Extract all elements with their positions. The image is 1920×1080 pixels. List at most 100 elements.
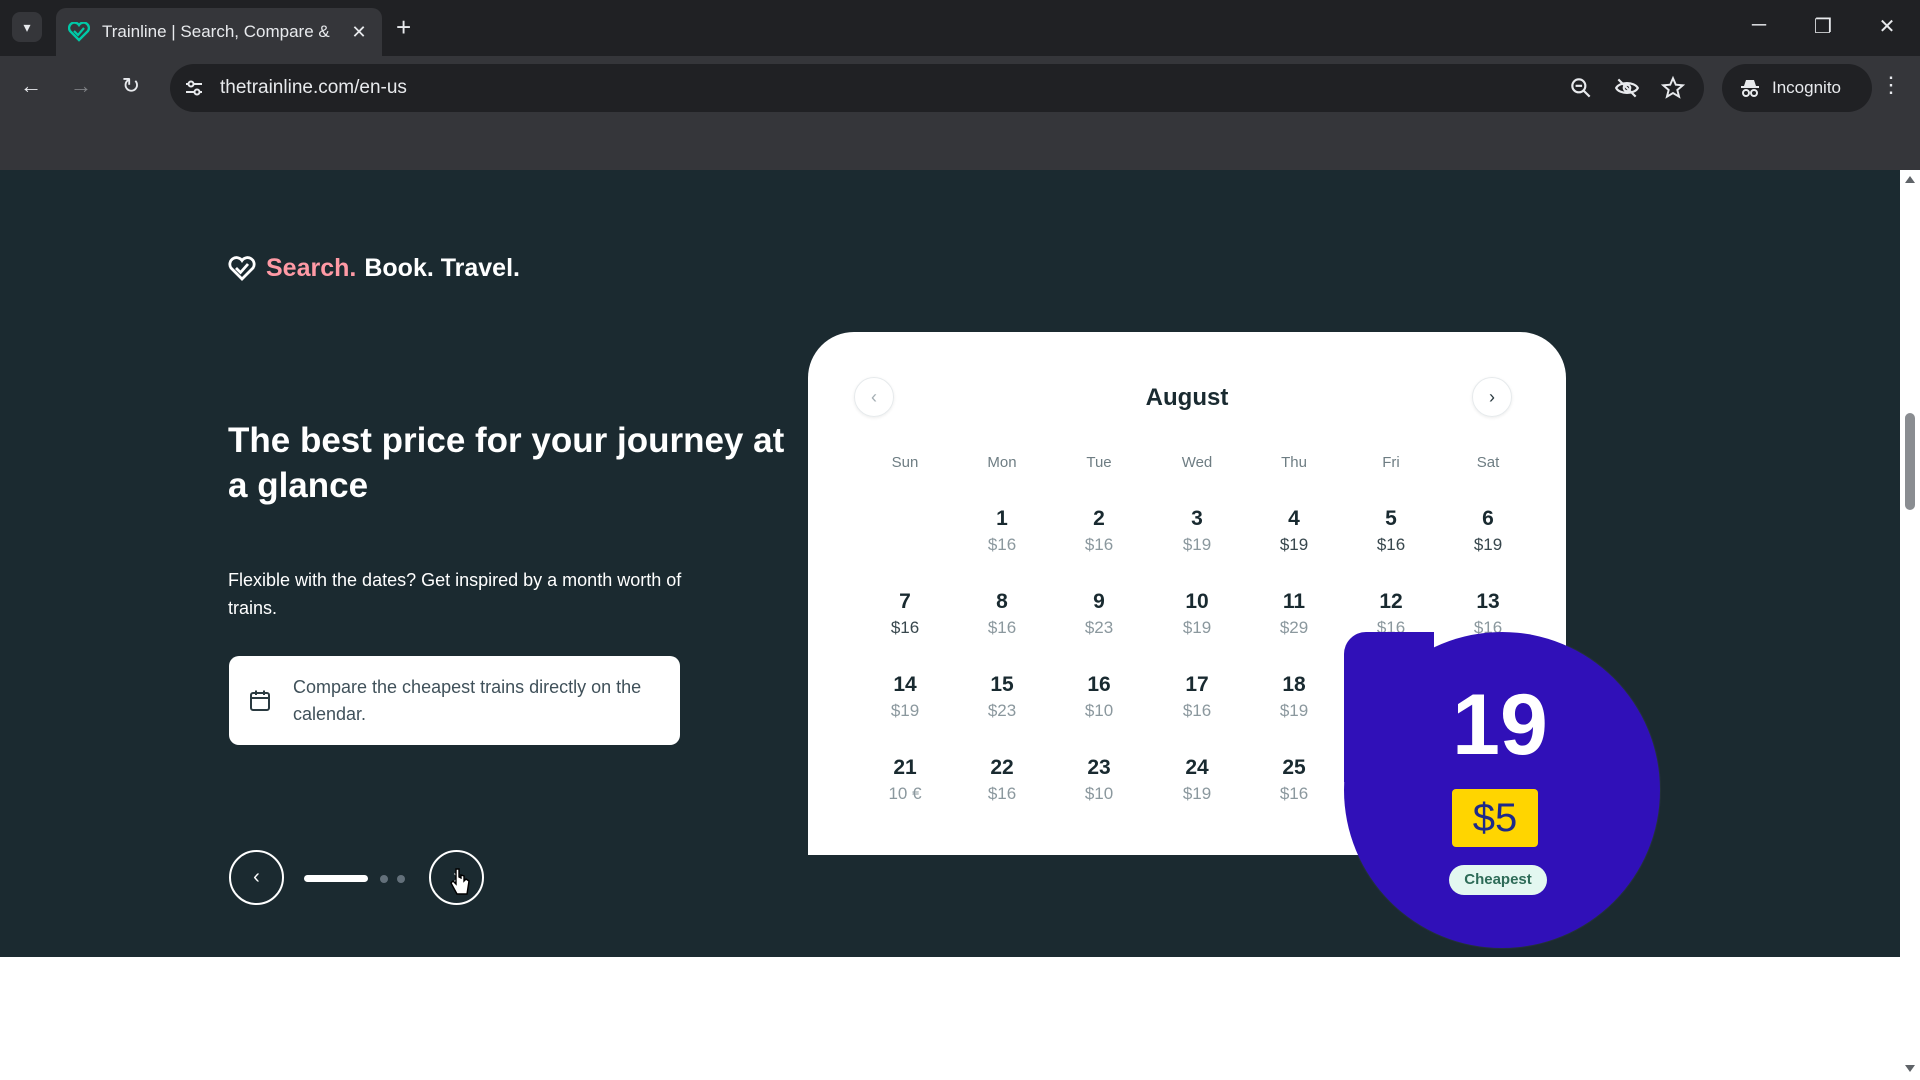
calendar-next-button[interactable]: › xyxy=(1472,377,1512,417)
calendar-day[interactable]: 9 $23 xyxy=(1050,589,1148,639)
day-number: 4 xyxy=(1288,507,1300,530)
address-bar[interactable]: thetrainline.com/en-us xyxy=(170,64,1704,112)
calendar-day[interactable]: 14 $19 xyxy=(856,672,954,722)
day-number: 17 xyxy=(1185,673,1209,696)
carousel-dot[interactable] xyxy=(380,875,388,883)
calendar-day[interactable]: 21 10 € xyxy=(856,755,954,805)
day-number: 14 xyxy=(893,673,917,696)
day-price: $29 xyxy=(1279,618,1309,637)
calendar-day[interactable]: 1 $16 xyxy=(953,506,1051,556)
calendar-day[interactable]: 13 $16 xyxy=(1439,589,1537,639)
tab-search-icon[interactable]: ▾ xyxy=(12,12,42,42)
calendar-day[interactable]: 5 $16 xyxy=(1342,506,1440,556)
scroll-thumb[interactable] xyxy=(1905,413,1915,510)
trainline-logo-icon xyxy=(228,255,256,281)
restore-icon[interactable]: ❐ xyxy=(1808,14,1838,39)
carousel-dot-active[interactable] xyxy=(304,875,368,882)
day-price: 10 € xyxy=(888,784,922,803)
day-number: 7 xyxy=(899,590,911,613)
weekday-wed: Wed xyxy=(1181,454,1213,471)
web-page: Search. Book. Travel. The best price for… xyxy=(0,170,1900,1080)
calendar-day[interactable]: 11 $29 xyxy=(1245,589,1343,639)
day-price: $16 xyxy=(987,784,1017,803)
calendar-day[interactable]: 8 $16 xyxy=(953,589,1051,639)
calendar-day[interactable]: 16 $10 xyxy=(1050,672,1148,722)
eye-off-icon[interactable] xyxy=(1614,75,1640,101)
carousel-dot[interactable] xyxy=(397,875,405,883)
minimize-icon[interactable]: ─ xyxy=(1744,14,1774,37)
hero-section: Search. Book. Travel. The best price for… xyxy=(0,170,1900,957)
close-window-icon[interactable]: ✕ xyxy=(1872,14,1902,39)
back-icon[interactable]: ← xyxy=(16,73,46,99)
calendar-day[interactable]: 24 $19 xyxy=(1148,755,1246,805)
site-info-icon[interactable] xyxy=(182,76,206,100)
day-number: 2 xyxy=(1093,507,1105,530)
plus-icon[interactable]: + xyxy=(396,14,411,40)
day-number: 25 xyxy=(1282,756,1306,779)
calendar-day[interactable]: 2 $16 xyxy=(1050,506,1148,556)
calendar-day[interactable]: 18 $19 xyxy=(1245,672,1343,722)
calendar-day[interactable]: 7 $16 xyxy=(856,589,954,639)
day-number: 3 xyxy=(1191,507,1203,530)
day-number: 18 xyxy=(1282,673,1306,696)
hero-subtext: Flexible with the dates? Get inspired by… xyxy=(228,570,682,618)
weekday-tue: Tue xyxy=(1086,454,1112,471)
url-text[interactable]: thetrainline.com/en-us xyxy=(220,77,407,99)
day-price: $10 xyxy=(1084,784,1114,803)
day-price: $16 xyxy=(1376,535,1406,554)
browser-tab[interactable]: Trainline | Search, Compare & B ✕ xyxy=(56,8,382,56)
carousel-prev-button[interactable]: ‹ xyxy=(229,850,284,905)
close-icon[interactable]: ✕ xyxy=(348,22,370,43)
cursor-icon xyxy=(450,868,470,895)
calendar-day[interactable]: 4 $19 xyxy=(1245,506,1343,556)
day-number: 6 xyxy=(1482,507,1494,530)
day-number: 8 xyxy=(996,590,1008,613)
info-card: Compare the cheapest trains directly on … xyxy=(229,656,680,745)
forward-icon[interactable]: → xyxy=(66,73,96,99)
calendar-day[interactable]: 3 $19 xyxy=(1148,506,1246,556)
day-price: $16 xyxy=(890,618,920,637)
day-price: $19 xyxy=(1182,784,1212,803)
day-price: $16 xyxy=(987,618,1017,637)
brand-rest-text: Book. Travel. xyxy=(364,254,520,282)
calendar-month: August xyxy=(1145,384,1229,411)
zoom-icon[interactable] xyxy=(1568,75,1594,101)
calendar-day[interactable]: 15 $23 xyxy=(953,672,1051,722)
calendar-day[interactable]: 10 $19 xyxy=(1148,589,1246,639)
day-number: 15 xyxy=(990,673,1014,696)
calendar-day[interactable]: 25 $16 xyxy=(1245,755,1343,805)
day-number: 11 xyxy=(1282,590,1306,613)
browser-toolbar: ← → ↻ thetrainline.com/en-us Incognito ⋮ xyxy=(0,56,1920,120)
trainline-favicon-icon xyxy=(68,21,90,43)
day-number: 1 xyxy=(996,507,1008,530)
tab-strip: ▾ Trainline | Search, Compare & B ✕ + ─ … xyxy=(0,0,1920,56)
more-icon[interactable]: ⋮ xyxy=(1876,72,1906,98)
day-price: $16 xyxy=(1084,535,1114,554)
cheapest-tag: Cheapest xyxy=(1449,865,1547,895)
day-price: $23 xyxy=(1084,618,1114,637)
reload-icon[interactable]: ↻ xyxy=(116,73,146,99)
calendar-day[interactable]: 22 $16 xyxy=(953,755,1051,805)
chevron-right-icon: › xyxy=(1489,386,1495,407)
day-price: $16 xyxy=(1279,784,1309,803)
day-price: $16 xyxy=(1182,701,1212,720)
page-scrollbar[interactable] xyxy=(1900,170,1920,1080)
calendar-day[interactable]: 17 $16 xyxy=(1148,672,1246,722)
day-number: 13 xyxy=(1476,590,1500,613)
scroll-up-icon[interactable] xyxy=(1905,176,1915,183)
incognito-indicator[interactable]: Incognito xyxy=(1722,64,1872,112)
day-number: 10 xyxy=(1185,590,1209,613)
day-number: 24 xyxy=(1185,756,1209,779)
weekday-thu: Thu xyxy=(1281,454,1307,471)
weekday-fri: Fri xyxy=(1382,454,1400,471)
star-icon[interactable] xyxy=(1660,75,1686,101)
day-price: $10 xyxy=(1084,701,1114,720)
calendar-day[interactable]: 6 $19 xyxy=(1439,506,1537,556)
calendar-day[interactable]: 23 $10 xyxy=(1050,755,1148,805)
day-price: $19 xyxy=(890,701,920,720)
brand-search-text: Search. xyxy=(266,254,357,282)
day-price: $19 xyxy=(1473,535,1503,554)
day-price: $19 xyxy=(1279,701,1309,720)
incognito-icon xyxy=(1741,80,1759,97)
scroll-down-icon[interactable] xyxy=(1905,1065,1915,1072)
